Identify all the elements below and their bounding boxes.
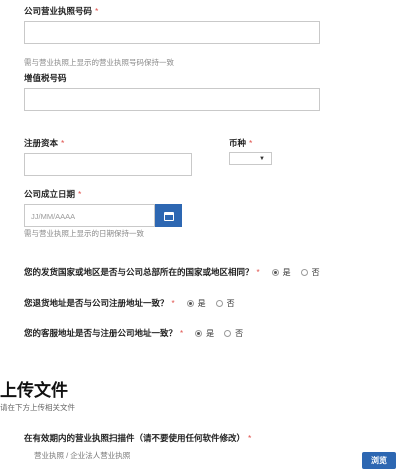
- radio-no-label: 否: [311, 267, 320, 277]
- radio-yes-label: 是: [197, 298, 206, 308]
- question-shipping-country: 您的发货国家或地区是否与公司总部所在的国家或地区相同？ * 是 否: [24, 266, 330, 278]
- radio-no[interactable]: [224, 329, 232, 337]
- radio-no-label: 否: [235, 328, 244, 338]
- radio-yes-label: 是: [282, 267, 291, 277]
- business-license-label: 公司营业执照号码 *: [24, 6, 99, 16]
- upload-section-title: 上传文件: [0, 381, 68, 400]
- radio-no-label: 否: [226, 298, 235, 308]
- vat-label: 增值税号码: [24, 73, 67, 83]
- question-text: 您的发货国家或地区是否与公司总部所在的国家或地区相同？: [24, 267, 254, 277]
- radio-yes[interactable]: [195, 329, 203, 337]
- registered-capital-label: 注册资本 *: [24, 138, 65, 148]
- date-placeholder: JJ/MM/AAAA: [31, 212, 76, 221]
- currency-select[interactable]: ▼: [229, 152, 272, 165]
- radio-yes-label: 是: [206, 328, 215, 338]
- upload-doc-hint: 营业执照 / 企业法人营业执照: [34, 451, 131, 460]
- incorporation-date-input[interactable]: JJ/MM/AAAA: [24, 204, 155, 227]
- radio-yes[interactable]: [271, 268, 279, 276]
- question-service-address: 您的客服地址是否与注册公司地址一致？ * 是 否: [24, 327, 253, 339]
- currency-label: 币种 *: [229, 138, 253, 148]
- radio-no[interactable]: [215, 299, 223, 307]
- upload-section-subtitle: 请在下方上传相关文件: [0, 403, 75, 412]
- radio-no[interactable]: [300, 268, 308, 276]
- required-mark: *: [256, 267, 260, 277]
- vat-input[interactable]: [24, 88, 320, 111]
- question-text: 您的客服地址是否与注册公司地址一致？: [24, 328, 178, 338]
- question-return-address: 您退货地址是否与公司注册地址一致？ * 是 否: [24, 297, 245, 309]
- caret-down-icon: ▼: [259, 156, 265, 162]
- upload-doc-label: 在有效期内的营业执照扫描件（请不要使用任何软件修改） *: [24, 433, 252, 443]
- business-license-hint: 需与营业执照上显示的营业执照号码保持一致: [24, 58, 174, 67]
- required-mark: *: [180, 328, 184, 338]
- registered-capital-input[interactable]: [24, 153, 192, 176]
- incorporation-date-hint: 需与营业执照上显示的日期保持一致: [24, 229, 144, 238]
- calendar-icon: [164, 212, 174, 221]
- radio-yes[interactable]: [186, 299, 194, 307]
- required-mark: *: [171, 298, 175, 308]
- incorporation-date-label: 公司成立日期 *: [24, 189, 82, 199]
- business-license-input[interactable]: [24, 21, 320, 44]
- question-text: 您退货地址是否与公司注册地址一致？: [24, 298, 169, 308]
- date-picker-button[interactable]: [155, 204, 182, 227]
- browse-button[interactable]: 浏览: [362, 452, 396, 469]
